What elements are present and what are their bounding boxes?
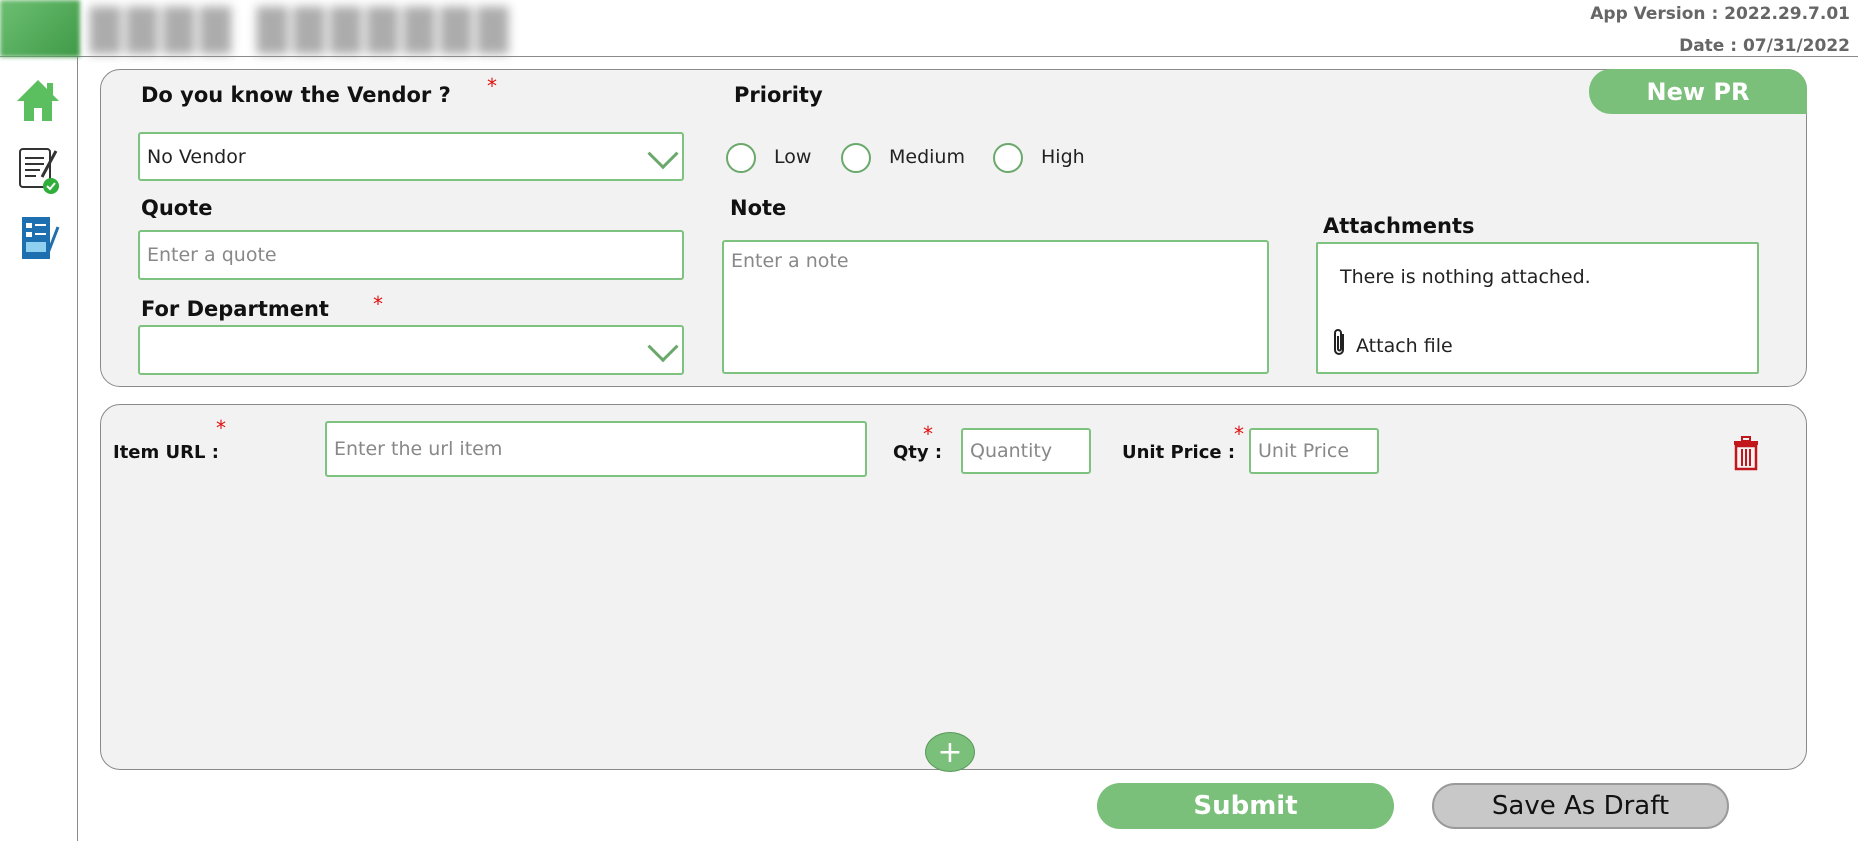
department-label: For Department — [141, 297, 329, 321]
item-url-placeholder: Enter the url item — [334, 438, 503, 460]
sidebar — [0, 57, 78, 841]
quote-input[interactable]: Enter a quote — [138, 230, 684, 280]
add-item-button[interactable]: + — [925, 732, 975, 772]
priority-radio-high[interactable] — [993, 143, 1023, 173]
request-form-icon[interactable] — [14, 213, 62, 261]
vendor-selected-value: No Vendor — [147, 145, 246, 168]
quantity-input[interactable]: Quantity — [961, 428, 1091, 474]
app-version: App Version : 2022.29.7.01 — [1590, 4, 1850, 24]
note-placeholder: Enter a note — [731, 250, 849, 272]
approval-document-icon[interactable] — [14, 145, 62, 194]
submit-button[interactable]: Submit — [1097, 783, 1394, 829]
attach-file-label: Attach file — [1356, 334, 1453, 357]
trash-icon[interactable] — [1731, 435, 1761, 471]
app-header: ████ ███████ App Version : 2022.29.7.01 … — [0, 0, 1858, 57]
company-name-blurred: ████ ███████ — [90, 8, 515, 54]
priority-high-label: High — [1041, 146, 1085, 168]
item-url-label: Item URL : — [113, 442, 219, 463]
vendor-dropdown[interactable]: No Vendor — [138, 132, 684, 181]
priority-low-label: Low — [774, 146, 812, 168]
unit-price-input[interactable]: Unit Price — [1249, 428, 1379, 474]
line-items-panel: Item URL : * Enter the url item Qty : * … — [100, 404, 1807, 772]
priority-label: Priority — [734, 83, 823, 107]
unit-price-required-mark: * — [1234, 422, 1244, 446]
attachments-box: There is nothing attached. Attach file — [1316, 242, 1759, 374]
priority-radio-medium[interactable] — [841, 143, 871, 173]
qty-required-mark: * — [923, 422, 933, 446]
chevron-down-icon — [647, 331, 679, 363]
quote-placeholder: Enter a quote — [147, 244, 277, 266]
item-url-input[interactable]: Enter the url item — [325, 421, 867, 477]
new-pr-badge: New PR — [1589, 69, 1807, 114]
unit-price-placeholder: Unit Price — [1258, 440, 1350, 462]
priority-radio-low[interactable] — [726, 143, 756, 173]
vendor-label: Do you know the Vendor ? — [141, 83, 451, 107]
attachments-label: Attachments — [1323, 214, 1475, 238]
purchase-request-details-panel: New PR Do you know the Vendor ? * No Ven… — [100, 69, 1807, 387]
paperclip-icon — [1330, 328, 1348, 363]
quantity-placeholder: Quantity — [970, 440, 1053, 462]
qty-label: Qty : — [893, 442, 943, 463]
item-url-required-mark: * — [216, 416, 226, 440]
attachments-empty-message: There is nothing attached. — [1340, 266, 1591, 288]
company-logo — [0, 0, 80, 57]
app-date: Date : 07/31/2022 — [1679, 36, 1850, 56]
note-textarea[interactable]: Enter a note — [722, 240, 1269, 374]
vendor-required-mark: * — [487, 74, 497, 98]
priority-medium-label: Medium — [889, 146, 965, 168]
save-as-draft-button[interactable]: Save As Draft — [1432, 783, 1729, 829]
department-dropdown[interactable] — [138, 325, 684, 375]
note-label: Note — [730, 196, 787, 220]
chevron-down-icon — [647, 137, 679, 169]
unit-price-label: Unit Price : — [1122, 442, 1236, 463]
home-icon[interactable] — [14, 77, 62, 125]
department-required-mark: * — [373, 292, 383, 316]
quote-label: Quote — [141, 196, 213, 220]
plus-icon: + — [937, 734, 963, 770]
attach-file-button[interactable]: Attach file — [1330, 328, 1453, 363]
